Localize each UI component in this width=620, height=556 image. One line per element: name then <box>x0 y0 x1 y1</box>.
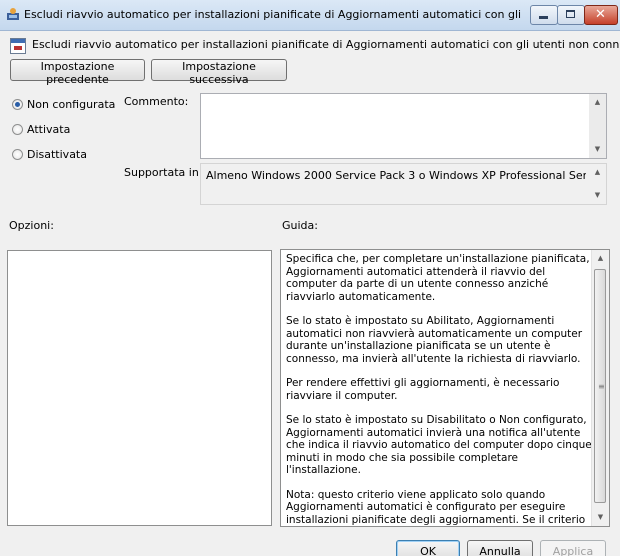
radio-button[interactable] <box>12 124 23 135</box>
cancel-button[interactable]: Annulla <box>467 540 533 556</box>
radio-button[interactable] <box>12 149 23 160</box>
next-setting-button[interactable]: Impostazione successiva <box>151 59 287 86</box>
scroll-up-icon[interactable]: ▲ <box>589 94 606 111</box>
help-label: Guida: <box>282 219 318 232</box>
policy-setting-icon <box>10 38 26 54</box>
options-label: Opzioni: <box>9 219 54 232</box>
window-title: Escludi riavvio automatico per installaz… <box>24 8 524 21</box>
scroll-down-icon[interactable]: ▼ <box>589 187 606 204</box>
supported-value: Almeno Windows 2000 Service Pack 3 o Win… <box>206 169 586 182</box>
comment-scrollbar[interactable]: ▲ ▼ <box>589 94 606 158</box>
radio-label: Non configurata <box>27 98 116 111</box>
minimize-icon <box>539 16 548 19</box>
help-panel[interactable]: Specifica che, per completare un'install… <box>280 249 610 527</box>
scroll-up-icon[interactable]: ▲ <box>589 164 606 181</box>
help-paragraph: Se lo stato è impostato su Abilitato, Ag… <box>286 315 583 365</box>
scroll-down-icon[interactable]: ▼ <box>592 509 609 526</box>
close-button[interactable]: ✕ <box>584 5 618 25</box>
comment-textarea[interactable]: ▲ ▼ <box>200 93 607 159</box>
help-paragraph: Nota: questo criterio viene applicato so… <box>286 488 586 526</box>
title-bar[interactable]: Escludi riavvio automatico per installaz… <box>0 0 620 31</box>
ok-button[interactable]: OK <box>396 540 460 556</box>
help-text: Specifica che, per completare un'install… <box>286 253 593 526</box>
close-icon: ✕ <box>595 7 606 22</box>
maximize-button[interactable] <box>557 5 585 25</box>
minimize-button[interactable] <box>530 5 558 25</box>
radio-button[interactable] <box>12 99 23 110</box>
help-paragraph: Per rendere effettivi gli aggiornamenti,… <box>286 377 560 402</box>
radio-label: Attivata <box>27 123 71 136</box>
supported-scrollbar[interactable]: ▲ ▼ <box>589 164 606 204</box>
policy-editor-window: Escludi riavvio automatico per installaz… <box>0 0 620 556</box>
policy-name: Escludi riavvio automatico per installaz… <box>32 38 620 51</box>
apply-button[interactable]: Applica <box>540 540 606 556</box>
options-panel <box>7 250 272 526</box>
radio-label: Disattivata <box>27 148 87 161</box>
comment-label: Commento: <box>124 95 189 108</box>
scroll-down-icon[interactable]: ▼ <box>589 141 606 158</box>
supported-field: Almeno Windows 2000 Service Pack 3 o Win… <box>200 163 607 205</box>
scroll-up-icon[interactable]: ▲ <box>592 250 609 267</box>
help-scrollbar[interactable]: ▲ ≡ ▼ <box>591 250 609 526</box>
maximize-icon <box>566 10 575 18</box>
scroll-thumb[interactable]: ≡ <box>594 269 606 503</box>
app-icon <box>6 7 20 21</box>
previous-setting-button[interactable]: Impostazione precedente <box>10 59 145 86</box>
help-paragraph: Se lo stato è impostato su Disabilitato … <box>286 414 592 476</box>
supported-label: Supportata in: <box>124 166 203 179</box>
grip-icon: ≡ <box>598 382 605 391</box>
help-paragraph: Specifica che, per completare un'install… <box>286 253 590 303</box>
